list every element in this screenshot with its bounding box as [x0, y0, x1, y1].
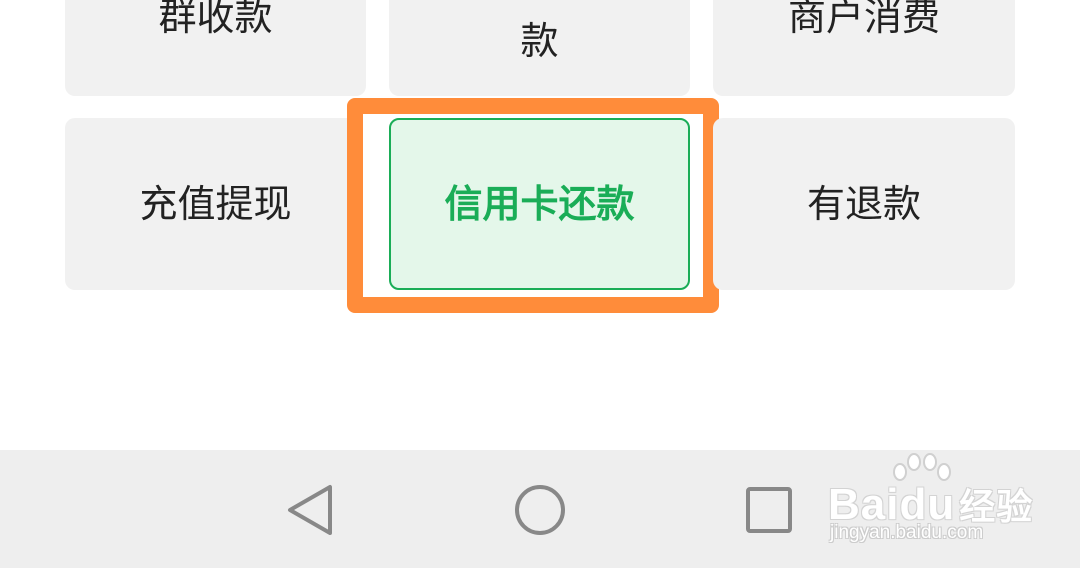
tile-payment[interactable]: 款	[389, 0, 690, 96]
tile-group-collect[interactable]: 群收款	[65, 0, 366, 96]
screen: 群收款 款 商户消费 充值提现 信用卡还款 有退款 Baidu 经验 jingy…	[0, 0, 1080, 568]
tile-label: 款	[520, 19, 559, 63]
tile-label: 有退款	[806, 182, 921, 226]
tile-topup-withdraw[interactable]: 充值提现	[65, 118, 366, 290]
triangle-back-icon	[288, 485, 332, 535]
watermark-url: jingyan.baidu.com	[830, 522, 984, 543]
tile-label: 群收款	[158, 0, 273, 39]
tile-label: 商户消费	[787, 0, 940, 39]
tile-refund[interactable]: 有退款	[713, 118, 1015, 290]
home-button[interactable]	[508, 478, 572, 542]
tile-label: 信用卡还款	[444, 182, 635, 226]
tile-credit-card-repayment[interactable]: 信用卡还款	[389, 118, 690, 290]
baidu-jingyan-watermark: Baidu 经验 jingyan.baidu.com	[826, 452, 1036, 552]
square-recent-icon	[746, 487, 792, 533]
tile-merchant-spend[interactable]: 商户消费	[713, 0, 1015, 96]
tile-label: 充值提现	[139, 182, 292, 226]
circle-home-icon	[515, 485, 565, 535]
recent-apps-button[interactable]	[737, 478, 801, 542]
back-button[interactable]	[277, 478, 341, 542]
